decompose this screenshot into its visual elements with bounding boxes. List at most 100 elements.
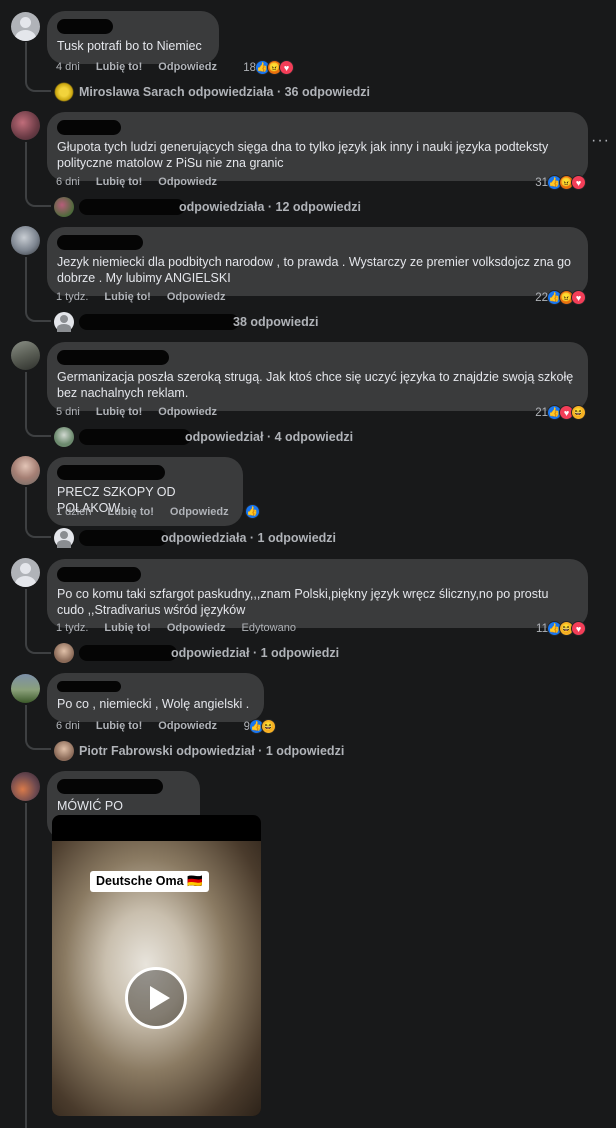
haha-reaction-icon: 😆: [571, 405, 586, 420]
reaction-summary[interactable]: 31 👍 😠 ♥: [535, 175, 586, 190]
reply-button[interactable]: Odpowiedz: [158, 406, 217, 418]
comment-text: Po co , niemiecki , Wolę angielski .: [57, 697, 250, 711]
comment-bubble: Głupota tych ludzi generujących sięga dn…: [47, 112, 588, 181]
thread-line: [25, 142, 27, 194]
reaction-summary[interactable]: 👍: [245, 504, 260, 519]
comment-text: Jezyk niemiecki dla podbitych narodow , …: [57, 255, 571, 285]
replier-avatar: [54, 197, 74, 217]
reply-button[interactable]: Odpowiedz: [158, 61, 217, 73]
like-button[interactable]: Lubię to!: [104, 291, 150, 303]
thread-line: [25, 589, 27, 641]
haha-reaction-icon: 😆: [261, 719, 276, 734]
redacted-author: [57, 19, 113, 34]
view-replies-link[interactable]: Piotr Fabrowski odpowiedział · 1 odpowie…: [54, 741, 344, 761]
avatar[interactable]: [11, 674, 40, 703]
comment-bubble: Jezyk niemiecki dla podbitych narodow , …: [47, 227, 588, 296]
timestamp[interactable]: 1 dzień: [56, 506, 91, 518]
like-button[interactable]: Lubię to!: [107, 506, 153, 518]
reply-button[interactable]: Odpowiedz: [167, 622, 226, 634]
redacted-author: [57, 567, 141, 582]
comment-actions: 4 dni Lubię to! Odpowiedz: [56, 61, 233, 73]
thread-line: [25, 257, 27, 309]
love-reaction-icon: ♥: [571, 290, 586, 305]
like-button[interactable]: Lubię to!: [104, 622, 150, 634]
thread-curve: [25, 193, 51, 207]
replier-avatar: [54, 82, 74, 102]
reaction-summary[interactable]: 21 👍 ♥ 😆: [535, 405, 586, 420]
avatar[interactable]: [11, 341, 40, 370]
reply-button[interactable]: Odpowiedz: [167, 291, 226, 303]
avatar[interactable]: [11, 558, 40, 587]
redacted-replier-name: [79, 314, 239, 330]
timestamp[interactable]: 1 tydz.: [56, 291, 88, 303]
edited-label: Edytowano: [241, 622, 296, 634]
timestamp[interactable]: 4 dni: [56, 61, 80, 73]
reply-button[interactable]: Odpowiedz: [158, 720, 217, 732]
thread-line: [25, 372, 27, 424]
comment-text: Po co komu taki szfargot paskudny,,,znam…: [57, 587, 549, 617]
comment-bubble: Tusk potrafi bo to Niemiec: [47, 11, 219, 64]
comment-actions: 6 dni Lubię to! Odpowiedz: [56, 720, 233, 732]
like-reaction-icon: 👍: [245, 504, 260, 519]
like-button[interactable]: Lubię to!: [96, 720, 142, 732]
view-replies-link[interactable]: odpowiedział · 1 odpowiedzi: [54, 643, 339, 663]
replies-label: odpowiedziała · 12 odpowiedzi: [179, 200, 361, 214]
like-button[interactable]: Lubię to!: [96, 176, 142, 188]
timestamp[interactable]: 5 dni: [56, 406, 80, 418]
replies-label: odpowiedziała · 1 odpowiedzi: [161, 531, 337, 545]
reaction-summary[interactable]: 22 👍 😠 ♥: [535, 290, 586, 305]
reaction-summary[interactable]: 9 👍 😆: [244, 719, 276, 734]
like-button[interactable]: Lubię to!: [96, 406, 142, 418]
replies-label: 38 odpowiedzi: [233, 315, 319, 329]
timestamp[interactable]: 1 tydz.: [56, 622, 88, 634]
thread-curve: [25, 640, 51, 654]
comment-actions: 5 dni Lubię to! Odpowiedz: [56, 406, 233, 418]
play-icon[interactable]: [125, 967, 187, 1029]
view-replies-link[interactable]: Miroslawa Sarach odpowiedziała · 36 odpo…: [54, 82, 370, 102]
thread-curve: [25, 524, 51, 538]
thread-line: [25, 42, 27, 80]
comment-actions: 1 tydz. Lubię to! Odpowiedz Edytowano: [56, 622, 312, 634]
redacted-replier-name: [79, 530, 167, 546]
redacted-replier-name: [79, 645, 177, 661]
replier-avatar: [54, 741, 74, 761]
love-reaction-icon: ♥: [279, 60, 294, 75]
timestamp[interactable]: 6 dni: [56, 720, 80, 732]
redacted-author: [57, 120, 121, 135]
avatar[interactable]: [11, 12, 40, 41]
redacted-author: [57, 779, 163, 794]
avatar[interactable]: [11, 772, 40, 801]
video-attachment[interactable]: Deutsche Oma 🇩🇪: [52, 815, 261, 1116]
reaction-summary[interactable]: 11 👍 😆 ♥: [536, 621, 586, 636]
comment-text: Germanizacja poszła szeroką strugą. Jak …: [57, 370, 574, 400]
thread-curve: [25, 423, 51, 437]
view-replies-link[interactable]: odpowiedziała · 1 odpowiedzi: [54, 528, 336, 548]
avatar[interactable]: [11, 111, 40, 140]
avatar[interactable]: [11, 226, 40, 255]
redacted-replier-name: [79, 199, 185, 215]
redacted-author: [57, 681, 121, 692]
reply-button[interactable]: Odpowiedz: [158, 176, 217, 188]
reply-button[interactable]: Odpowiedz: [170, 506, 229, 518]
avatar[interactable]: [11, 456, 40, 485]
view-replies-link[interactable]: odpowiedziała · 12 odpowiedzi: [54, 197, 361, 217]
redacted-author: [57, 235, 143, 250]
view-replies-link[interactable]: odpowiedział · 4 odpowiedzi: [54, 427, 353, 447]
redacted-author: [57, 465, 165, 480]
replies-label: odpowiedział · 1 odpowiedzi: [171, 646, 340, 660]
thread-line: [25, 705, 27, 737]
thread-line: [25, 803, 27, 1128]
like-button[interactable]: Lubię to!: [96, 61, 142, 73]
love-reaction-icon: ♥: [571, 175, 586, 190]
video-caption: Deutsche Oma 🇩🇪: [90, 871, 209, 892]
replies-label: Miroslawa Sarach odpowiedziała · 36 odpo…: [79, 85, 371, 99]
view-replies-link[interactable]: 38 odpowiedzi: [54, 312, 318, 332]
thread-line: [25, 487, 27, 525]
comment-actions: 6 dni Lubię to! Odpowiedz: [56, 176, 233, 188]
timestamp[interactable]: 6 dni: [56, 176, 80, 188]
reaction-summary[interactable]: 18 👍 😠 ♥: [243, 60, 294, 75]
more-options-icon[interactable]: ···: [591, 132, 610, 150]
redacted-replier-name: [79, 429, 191, 445]
thread-curve: [25, 308, 51, 322]
replies-label: Piotr Fabrowski odpowiedział · 1 odpowie…: [79, 744, 345, 758]
